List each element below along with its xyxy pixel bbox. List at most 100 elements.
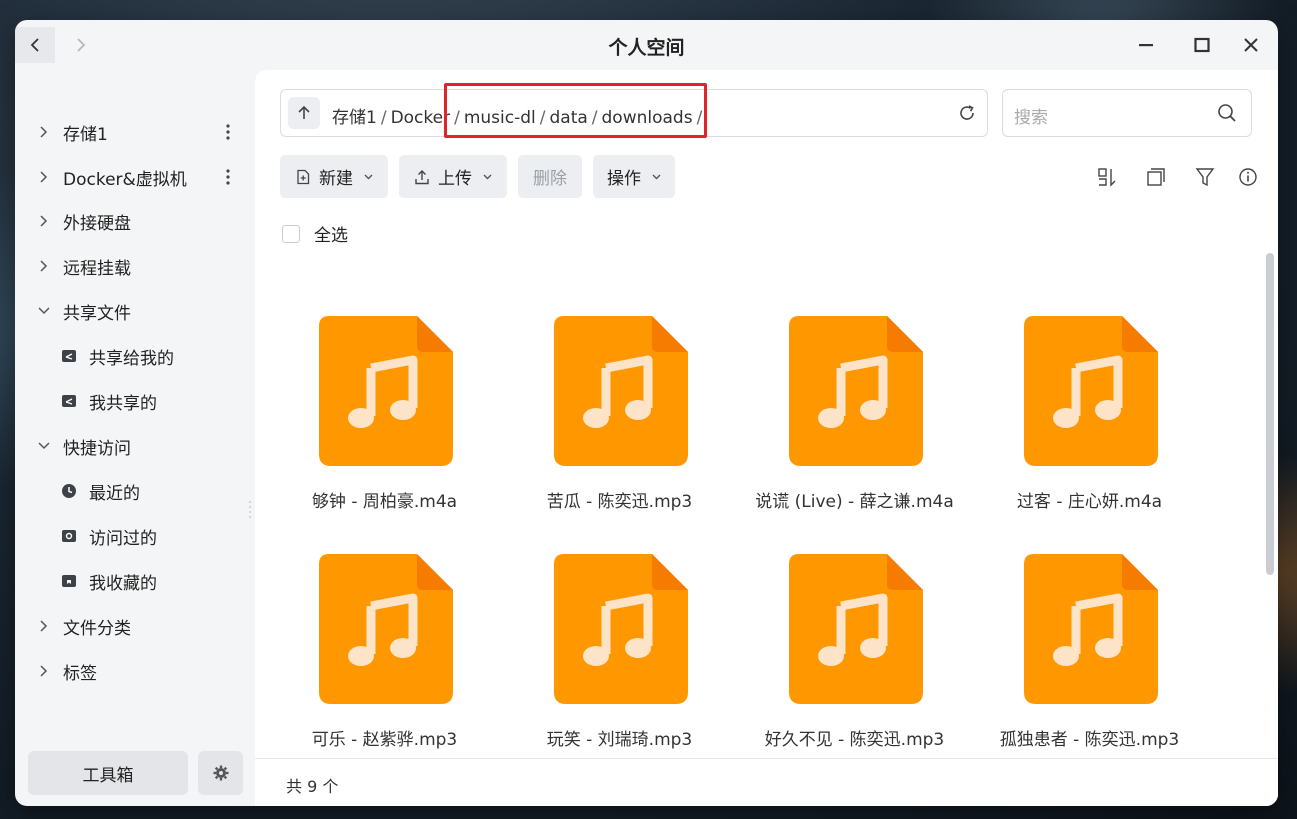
toolbox-button[interactable]: 工具箱 bbox=[28, 751, 188, 795]
info-icon[interactable] bbox=[1237, 166, 1259, 188]
chevron-down-icon bbox=[652, 174, 661, 180]
music-file-icon bbox=[554, 316, 688, 466]
sidebar-item-quick-access[interactable]: 快捷访问 bbox=[15, 426, 255, 466]
more-vertical-icon[interactable] bbox=[219, 122, 237, 142]
music-file-icon bbox=[319, 316, 453, 466]
sidebar-item-label: 存储1 bbox=[63, 124, 108, 145]
breadcrumb-item[interactable]: music-dl bbox=[464, 108, 536, 128]
file-name: 苦瓜 - 陈奕迅.mp3 bbox=[546, 492, 693, 512]
new-button[interactable]: 新建 bbox=[280, 155, 388, 198]
chevron-right-icon bbox=[40, 215, 48, 227]
sidebar-item-label: 我收藏的 bbox=[89, 573, 157, 594]
select-all-checkbox[interactable] bbox=[282, 224, 300, 243]
breadcrumb-item[interactable]: Docker bbox=[391, 108, 451, 128]
sidebar-item-my-shares[interactable]: 我共享的 bbox=[15, 381, 255, 421]
share-folder-icon bbox=[62, 350, 76, 362]
file-item[interactable]: 苦瓜 - 陈奕迅.mp3 bbox=[502, 291, 722, 521]
chevron-right-icon bbox=[40, 126, 48, 138]
chevron-right-icon bbox=[40, 171, 48, 183]
status-bar: 共 9 个 bbox=[255, 758, 1278, 806]
delete-button[interactable]: 删除 bbox=[518, 155, 582, 198]
file-name: 可乐 - 赵紫骅.mp3 bbox=[311, 730, 458, 750]
chevron-down-icon bbox=[483, 174, 492, 180]
sidebar-item-label: Docker&虚拟机 bbox=[63, 169, 187, 190]
sidebar-item-file-categories[interactable]: 文件分类 bbox=[15, 606, 255, 646]
settings-button[interactable] bbox=[198, 751, 243, 795]
sort-icon[interactable] bbox=[1096, 166, 1118, 188]
sidebar-item-storage1[interactable]: 存储1 bbox=[15, 112, 255, 152]
chevron-down-icon bbox=[38, 307, 50, 315]
breadcrumb-item[interactable]: 存储1 bbox=[332, 108, 377, 128]
filter-icon[interactable] bbox=[1194, 166, 1216, 188]
upload-button[interactable]: 上传 bbox=[399, 155, 507, 198]
search-icon[interactable] bbox=[1217, 103, 1237, 123]
file-name: 过客 - 庄心妍.m4a bbox=[1016, 492, 1163, 512]
sidebar-item-visited[interactable]: 访问过的 bbox=[15, 516, 255, 556]
path-bar[interactable]: 存储1/Docker / music-dl / data / downloads / bbox=[280, 89, 988, 137]
close-button[interactable] bbox=[1235, 30, 1267, 60]
chevron-right-icon bbox=[40, 620, 48, 632]
operations-button[interactable]: 操作 bbox=[593, 155, 675, 198]
file-item[interactable]: 说谎 (Live) - 薛之谦.m4a bbox=[737, 291, 957, 521]
music-file-icon bbox=[1024, 316, 1158, 466]
minimize-icon bbox=[1139, 44, 1153, 47]
file-name: 够钟 - 周柏豪.m4a bbox=[311, 492, 458, 512]
sidebar-item-favorites[interactable]: 我收藏的 bbox=[15, 561, 255, 601]
sidebar-item-label: 共享文件 bbox=[63, 303, 131, 324]
scrollbar[interactable] bbox=[1266, 253, 1274, 575]
chevron-right-icon bbox=[40, 665, 48, 677]
sidebar-item-remote-mount[interactable]: 远程挂载 bbox=[15, 246, 255, 286]
gear-icon bbox=[213, 765, 228, 781]
sidebar-item-label: 我共享的 bbox=[89, 393, 157, 414]
sidebar-item-tags[interactable]: 标签 bbox=[15, 651, 255, 691]
sidebar-item-recent[interactable]: 最近的 bbox=[15, 471, 255, 511]
arrow-up-icon bbox=[298, 105, 310, 119]
operations-button-label: 操作 bbox=[607, 169, 641, 189]
search-input[interactable]: 搜索 bbox=[1014, 103, 1048, 128]
view-mode-icon[interactable] bbox=[1145, 166, 1167, 188]
sidebar-item-label: 标签 bbox=[63, 663, 97, 684]
sidebar-item-label: 最近的 bbox=[89, 483, 140, 504]
sidebar-item-docker[interactable]: Docker&虚拟机 bbox=[15, 157, 255, 197]
file-item[interactable]: 好久不见 - 陈奕迅.mp3 bbox=[737, 529, 957, 759]
sidebar-item-shared-with-me[interactable]: 共享给我的 bbox=[15, 336, 255, 376]
file-item[interactable]: 可乐 - 赵紫骅.mp3 bbox=[267, 529, 487, 759]
breadcrumb-item[interactable]: data bbox=[549, 108, 587, 128]
favorite-folder-icon bbox=[62, 575, 76, 587]
search-box[interactable]: 搜索 bbox=[1002, 89, 1252, 137]
refresh-icon[interactable] bbox=[957, 103, 977, 123]
sidebar-item-shared-files[interactable]: 共享文件 bbox=[15, 291, 255, 331]
parent-folder-button[interactable] bbox=[288, 97, 320, 129]
file-name: 玩笑 - 刘瑞琦.mp3 bbox=[546, 730, 693, 750]
file-manager-window: 个人空间 存储1 Docker&虚拟机 外接硬盘 远程挂载 共享文件 共享给我的… bbox=[15, 20, 1278, 806]
maximize-icon bbox=[1194, 37, 1210, 53]
sidebar-item-label: 快捷访问 bbox=[63, 438, 131, 459]
sidebar-item-label: 文件分类 bbox=[63, 618, 131, 639]
select-all-label: 全选 bbox=[314, 226, 348, 246]
select-all[interactable]: 全选 bbox=[282, 221, 348, 246]
file-item[interactable]: 玩笑 - 刘瑞琦.mp3 bbox=[502, 529, 722, 759]
new-button-label: 新建 bbox=[319, 169, 353, 189]
breadcrumb: 存储1/Docker / music-dl / data / downloads / bbox=[332, 108, 703, 128]
music-file-icon bbox=[789, 554, 923, 704]
visited-icon bbox=[62, 530, 76, 542]
maximize-button[interactable] bbox=[1186, 30, 1218, 60]
window-title: 个人空间 bbox=[608, 37, 685, 59]
sidebar-item-label: 访问过的 bbox=[89, 528, 157, 549]
sidebar-item-label: 外接硬盘 bbox=[63, 213, 131, 234]
titlebar: 个人空间 bbox=[15, 20, 1278, 70]
file-item[interactable]: 过客 - 庄心妍.m4a bbox=[972, 291, 1192, 521]
resize-handle-icon[interactable] bbox=[248, 500, 252, 520]
more-vertical-icon[interactable] bbox=[219, 167, 237, 187]
file-name: 孤独患者 - 陈奕迅.mp3 bbox=[999, 730, 1180, 750]
breadcrumb-item[interactable]: downloads bbox=[602, 108, 693, 128]
file-item[interactable]: 够钟 - 周柏豪.m4a bbox=[267, 291, 487, 521]
minimize-button[interactable] bbox=[1130, 30, 1162, 60]
main-panel: 存储1/Docker / music-dl / data / downloads / 搜索 新… bbox=[255, 70, 1278, 806]
file-name: 说谎 (Live) - 薛之谦.m4a bbox=[755, 492, 954, 512]
item-count: 共 9 个 bbox=[286, 777, 339, 796]
upload-button-label: 上传 bbox=[438, 169, 472, 189]
sidebar-item-external-disk[interactable]: 外接硬盘 bbox=[15, 201, 255, 241]
sidebar: 存储1 Docker&虚拟机 外接硬盘 远程挂载 共享文件 共享给我的 我共享的 bbox=[15, 90, 255, 806]
file-item[interactable]: 孤独患者 - 陈奕迅.mp3 bbox=[972, 529, 1192, 759]
